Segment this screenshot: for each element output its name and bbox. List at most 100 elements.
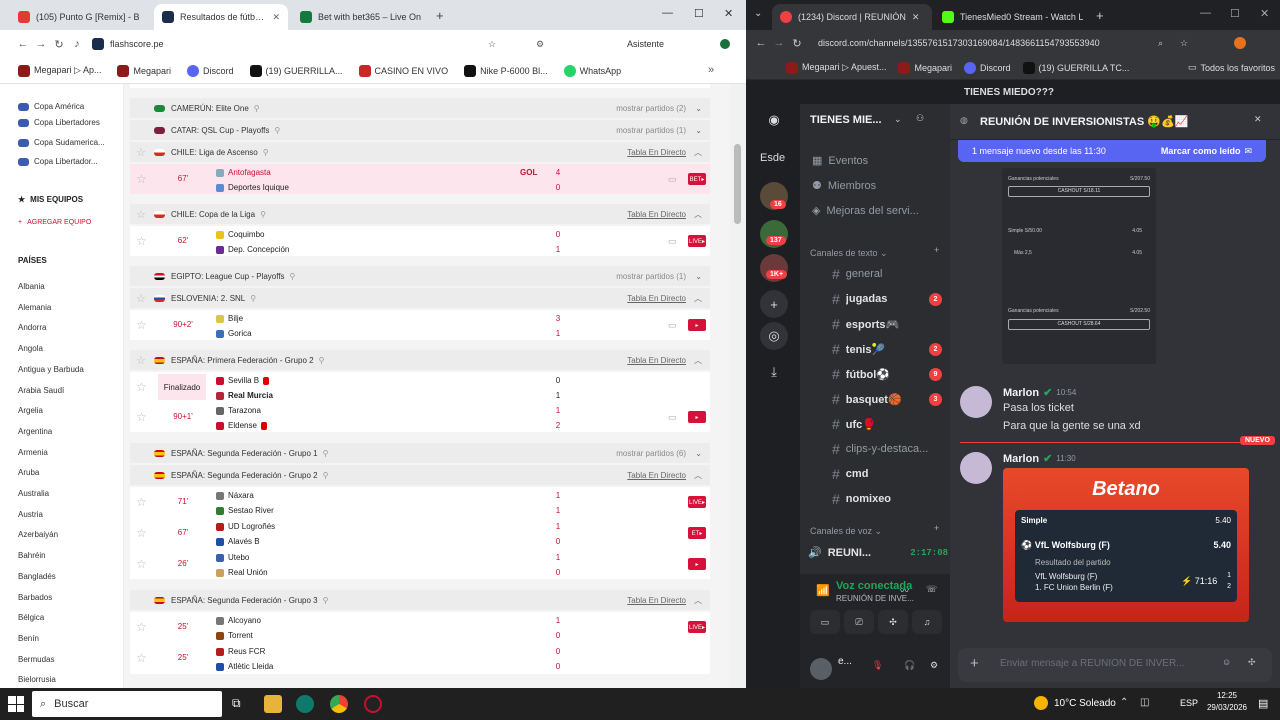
add-server-icon[interactable]: + <box>760 290 788 318</box>
message-author[interactable]: Marlon ✔ 10:54 <box>1003 386 1076 400</box>
network-icon[interactable]: ◫ <box>1140 697 1149 708</box>
tab-music[interactable]: (105) Punto G [Remix] - B <box>10 4 150 30</box>
league-header-spain-sf1[interactable]: ESPAÑA: Segunda Federación - Grupo 1 ⚲ mos… <box>130 443 710 463</box>
channel-8[interactable]: # cmd <box>832 466 942 482</box>
match-rows-sf3[interactable]: ☆ 25' Alcoyano Torrent 1 0 LIVE▸ ☆ 25' R… <box>130 612 710 674</box>
channel-7[interactable]: # clips-y-destaca... <box>832 441 942 457</box>
country-item[interactable]: Argentina <box>18 427 52 436</box>
screenshare-icon[interactable]: ⎚ <box>844 610 874 634</box>
menu-boosts[interactable]: ◈ Mejoras del servi... <box>812 204 942 218</box>
bookmark-megapari[interactable]: Megapari <box>117 64 171 77</box>
sidebar-league-3[interactable]: Copa Sudamerica... <box>18 138 105 147</box>
edge-icon[interactable] <box>296 695 314 713</box>
language-indicator[interactable]: ESP <box>1180 698 1198 708</box>
mute-icon[interactable]: 🎙 <box>872 660 883 671</box>
match-row-coquimbo[interactable]: ☆ 62' Coquimbo Dep. Concepción 0 1 ▭ LIV… <box>130 226 710 256</box>
country-item[interactable]: Bélgica <box>18 613 44 622</box>
reload-icon[interactable]: ↻ <box>50 38 68 51</box>
tab-flashscore[interactable]: Resultados de fútbol en v✕ <box>154 4 288 30</box>
league-header-spain-sf3[interactable]: ESPAÑA: Segunda Federación - Grupo 3 ⚲ Tab… <box>130 590 710 610</box>
more-bookmarks-icon[interactable]: » <box>708 64 714 76</box>
country-item[interactable]: Australia <box>18 489 49 498</box>
voice-channels-label[interactable]: Canales de voz ⌄ <box>810 526 882 537</box>
new-tab-icon[interactable]: + <box>1096 8 1104 23</box>
league-header-egypt[interactable]: EGIPTO: League Cup - Playoffs ⚲ mostrar pa… <box>130 266 710 286</box>
channel-2[interactable]: # esports🎮 <box>832 316 942 332</box>
app-icon[interactable] <box>364 695 382 713</box>
match-row-bilje[interactable]: ☆ 90+2' Bilje Gorica 3 1 ▭ ▸ <box>130 310 710 340</box>
match-row-antofagasta[interactable]: ☆ 67' Antofagasta Deportes Iquique GOL 4… <box>130 164 710 194</box>
disconnect-icon[interactable]: ☏ <box>926 584 937 595</box>
emoji-icon[interactable]: ☺ <box>1222 657 1231 667</box>
soundboard-icon[interactable]: ♫ <box>912 610 942 634</box>
bookmark-megapari-ap[interactable]: Megapari ▷ Apuest... <box>786 61 886 74</box>
tab-discord[interactable]: (1234) Discord | REUNIÓN ✕ <box>772 4 932 30</box>
assistant-button[interactable]: Asistente <box>627 39 664 49</box>
country-item[interactable]: Angola <box>18 344 43 353</box>
settings-gear-icon[interactable]: ⚙ <box>930 660 938 671</box>
profile-icon[interactable] <box>720 39 730 49</box>
reload-icon[interactable]: ↻ <box>788 37 806 50</box>
url-text[interactable]: flashscore.pe <box>110 39 164 49</box>
country-item[interactable]: Aruba <box>18 468 39 477</box>
scrollbar-thumb[interactable] <box>734 144 741 224</box>
country-item[interactable]: Argelia <box>18 406 43 415</box>
channel-3[interactable]: # tenis🎾 2 <box>832 341 942 357</box>
discord-home-icon[interactable]: ◉ <box>760 106 788 134</box>
channel-4[interactable]: # fútbol⚽ 9 <box>832 366 942 382</box>
close-icon[interactable]: ✕ <box>1254 114 1262 125</box>
message-input[interactable]: Enviar mensaje a REUNIÓN DE INVER... <box>1000 658 1210 669</box>
ticket-image[interactable]: Ganancias potenciales S/207.50 CASHOUT S/… <box>1002 168 1156 364</box>
country-item[interactable]: Alemania <box>18 303 51 312</box>
close-tab-icon[interactable]: ✕ <box>272 12 280 23</box>
bookmark-nike[interactable]: Nike P-6000 Bl... <box>464 64 548 77</box>
sidebar-league-1[interactable]: Copa América <box>18 102 84 111</box>
camera-icon[interactable]: ▭ <box>810 610 840 634</box>
server-name[interactable]: TIENES MIE... <box>810 114 882 126</box>
windows-start-icon[interactable] <box>8 696 24 712</box>
close-window-icon[interactable]: ✕ <box>1260 7 1269 20</box>
country-item[interactable]: Benín <box>18 634 39 643</box>
chrome-icon[interactable] <box>330 695 348 713</box>
menu-members[interactable]: ⚉ Miembros <box>812 179 922 193</box>
add-voice-channel-icon[interactable]: + <box>934 523 939 533</box>
scrollbar[interactable] <box>730 84 746 688</box>
sidebar-league-4[interactable]: Copa Libertador... <box>18 157 98 166</box>
new-tab-icon[interactable]: + <box>436 8 444 23</box>
channel-9[interactable]: # nomixeo <box>832 491 942 507</box>
download-icon[interactable]: ⤓ <box>760 358 788 386</box>
betano-image[interactable]: Betano Simple 5.40 ⚽ VfL Wolfsburg (F) 5… <box>1003 468 1249 622</box>
url-text[interactable]: discord.com/channels/1355761517303169084… <box>818 38 1100 48</box>
noise-icon[interactable]: 〰 <box>900 584 909 597</box>
text-channels-label[interactable]: Canales de texto ⌄ <box>810 248 888 259</box>
bookmark-star-icon[interactable]: ☆ <box>488 39 496 50</box>
forward-icon[interactable]: → <box>32 38 50 50</box>
message-author[interactable]: Marlon ✔ 11:30 <box>1003 452 1076 466</box>
tab-stream[interactable]: TienesMied0 Stream - Watch L <box>934 4 1094 30</box>
back-icon[interactable]: ← <box>14 38 32 50</box>
minimize-icon[interactable]: — <box>662 7 673 19</box>
league-header-spain-pf2[interactable]: ☆ ESPAÑA: Primera Federación - Grupo 2 ⚲ Ta… <box>130 350 710 370</box>
back-icon[interactable]: ← <box>752 37 770 49</box>
match-rows-sf2[interactable]: ☆ 71' Náxara Sestao River 1 1 LIVE▸ ☆ 67… <box>130 487 710 579</box>
maximize-icon[interactable]: ☐ <box>1230 7 1240 20</box>
user-avatar[interactable] <box>960 452 992 484</box>
channel-1[interactable]: # jugadas 2 <box>832 291 942 307</box>
file-explorer-icon[interactable] <box>264 695 282 713</box>
bookmark-guerrilla[interactable]: (19) GUERRILLA TC... <box>1022 61 1129 74</box>
attach-plus-icon[interactable]: + <box>970 655 979 672</box>
bookmark-all-favorites[interactable]: ▭ Todos los favoritos <box>1188 62 1275 73</box>
bookmark-star-icon[interactable]: ☆ <box>1180 38 1188 49</box>
add-channel-icon[interactable]: + <box>934 245 939 255</box>
voice-channel-reunion[interactable]: 🔊 REUNI... 2:17:08 <box>808 546 948 560</box>
country-item[interactable]: Andorra <box>18 323 46 332</box>
country-item[interactable]: Bahréin <box>18 551 46 560</box>
forward-icon[interactable]: → <box>770 37 788 49</box>
activities-icon[interactable]: ✣ <box>878 610 908 634</box>
tray-chevron-icon[interactable]: ⌃ <box>1120 697 1128 708</box>
extension-icon[interactable]: ⚙ <box>536 39 544 50</box>
headphones-icon[interactable]: 🎧 <box>904 660 915 671</box>
bookmark-megapari[interactable]: Megapari <box>898 61 952 74</box>
league-header-spain-sf2[interactable]: ESPAÑA: Segunda Federación - Grupo 2 ⚲ Tab… <box>130 465 710 485</box>
add-member-icon[interactable]: ⚇ <box>916 113 924 124</box>
